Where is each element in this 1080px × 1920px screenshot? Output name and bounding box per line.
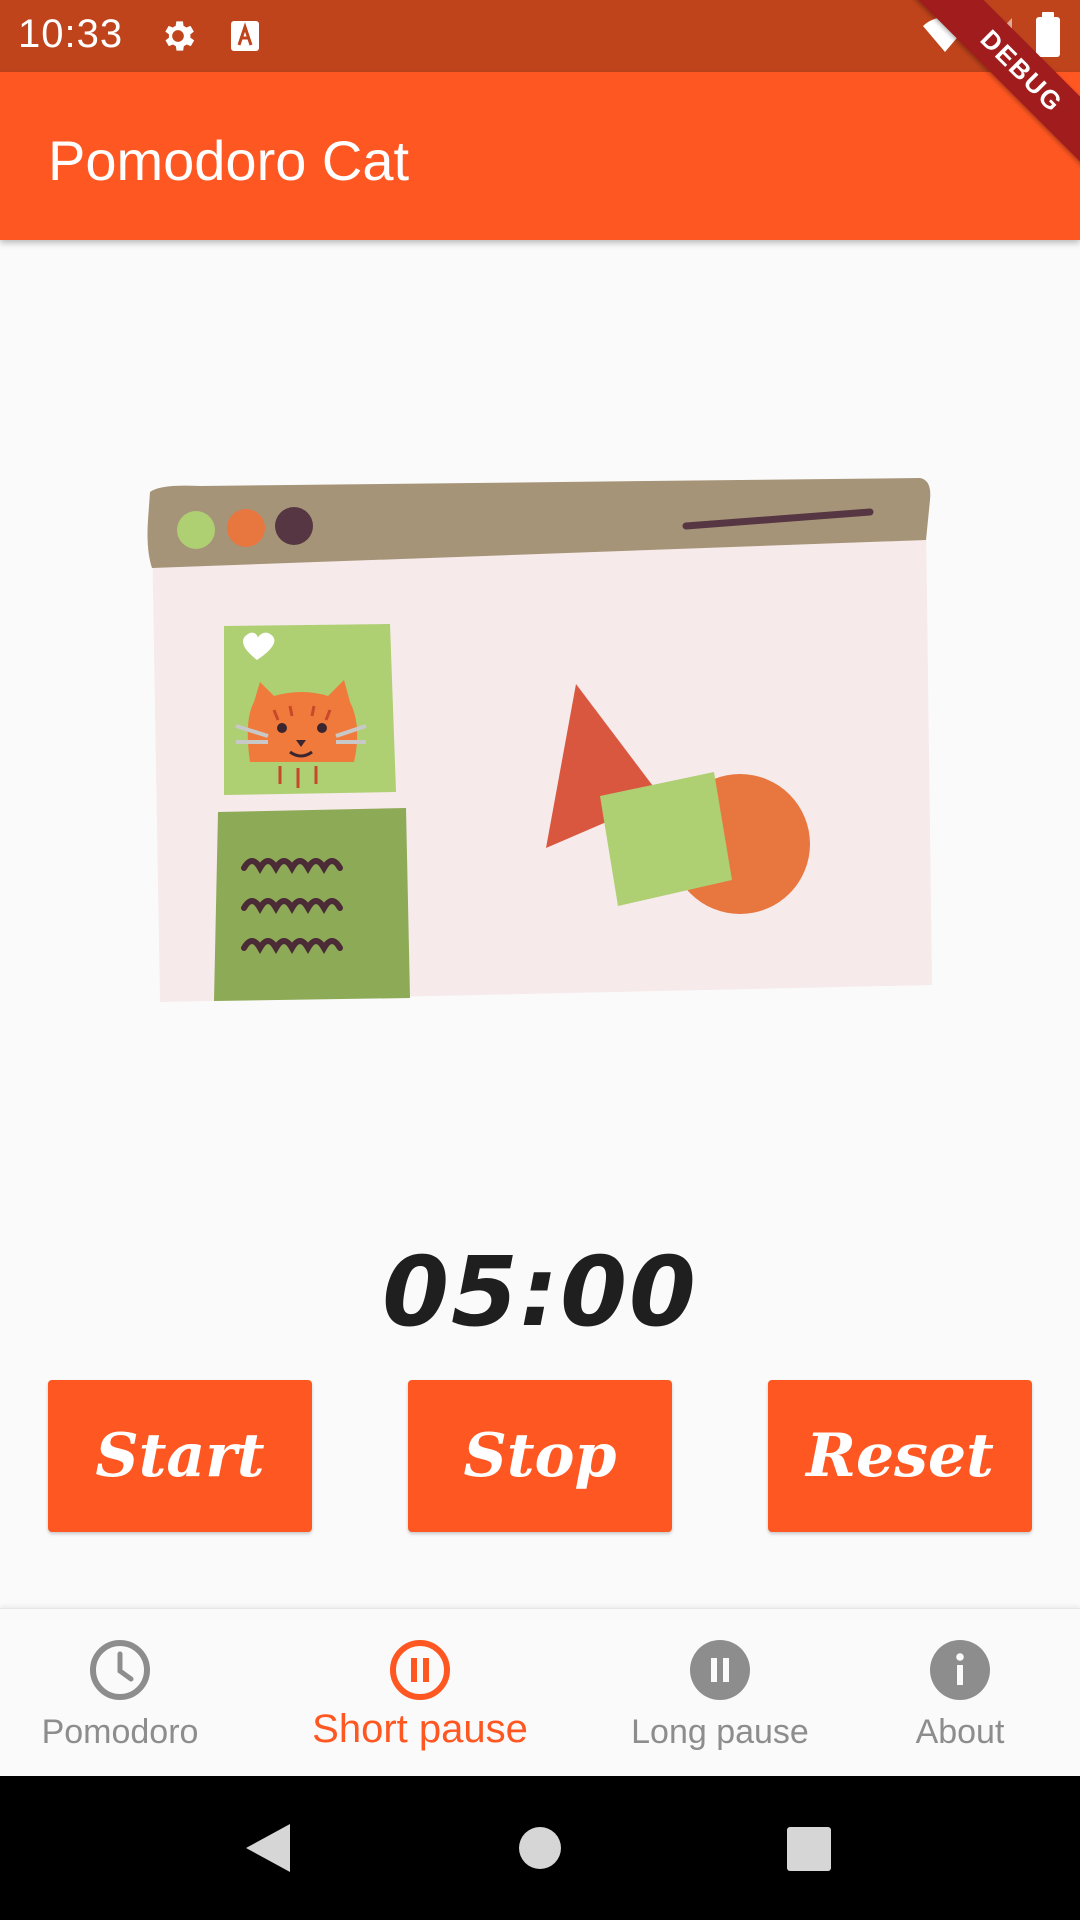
app-bar: Pomodoro Cat — [0, 72, 1080, 240]
back-icon[interactable] — [244, 1822, 292, 1874]
nav-item-about[interactable]: About — [840, 1609, 1080, 1777]
stop-button[interactable]: Stop — [408, 1380, 672, 1532]
cat-face — [247, 680, 358, 762]
info-icon — [930, 1640, 990, 1700]
clock-icon — [90, 1640, 150, 1700]
battery-icon — [1036, 12, 1060, 57]
nav-label-pomodoro: Pomodoro — [41, 1713, 199, 1751]
nav-item-short-pause[interactable]: Short pause — [240, 1609, 600, 1777]
app-title: Pomodoro Cat — [48, 129, 410, 192]
wifi-icon — [923, 17, 967, 52]
cellular-icon — [980, 18, 1012, 52]
window-dot-dark — [275, 507, 313, 545]
nav-label-about: About — [915, 1713, 1005, 1751]
window-dot-orange — [227, 509, 265, 547]
timer-display: 05:00 — [382, 1236, 698, 1348]
text-a-box-icon — [231, 21, 259, 51]
nav-label-long-pause: Long pause — [631, 1713, 809, 1751]
nav-item-long-pause[interactable]: Long pause — [600, 1609, 840, 1777]
system-navigation-bar — [0, 1776, 1080, 1920]
start-button[interactable]: Start — [48, 1380, 312, 1532]
window-dot-green — [177, 511, 215, 549]
pause-circle-filled-icon — [690, 1640, 750, 1700]
reset-button[interactable]: Reset — [768, 1380, 1032, 1532]
nav-label-short-pause: Short pause — [312, 1707, 528, 1751]
status-bar: 10:33 — [0, 0, 1080, 72]
recent-apps-icon[interactable] — [786, 1826, 832, 1872]
pause-circle-outline-icon — [390, 1640, 450, 1700]
pomodoro-illustration — [147, 478, 932, 1002]
home-icon[interactable] — [518, 1826, 562, 1870]
status-time: 10:33 — [18, 12, 124, 56]
settings-gear-icon — [165, 21, 195, 51]
bottom-navigation: Pomodoro Short pause Long pause About — [0, 1608, 1080, 1777]
nav-item-pomodoro[interactable]: Pomodoro — [0, 1609, 240, 1777]
